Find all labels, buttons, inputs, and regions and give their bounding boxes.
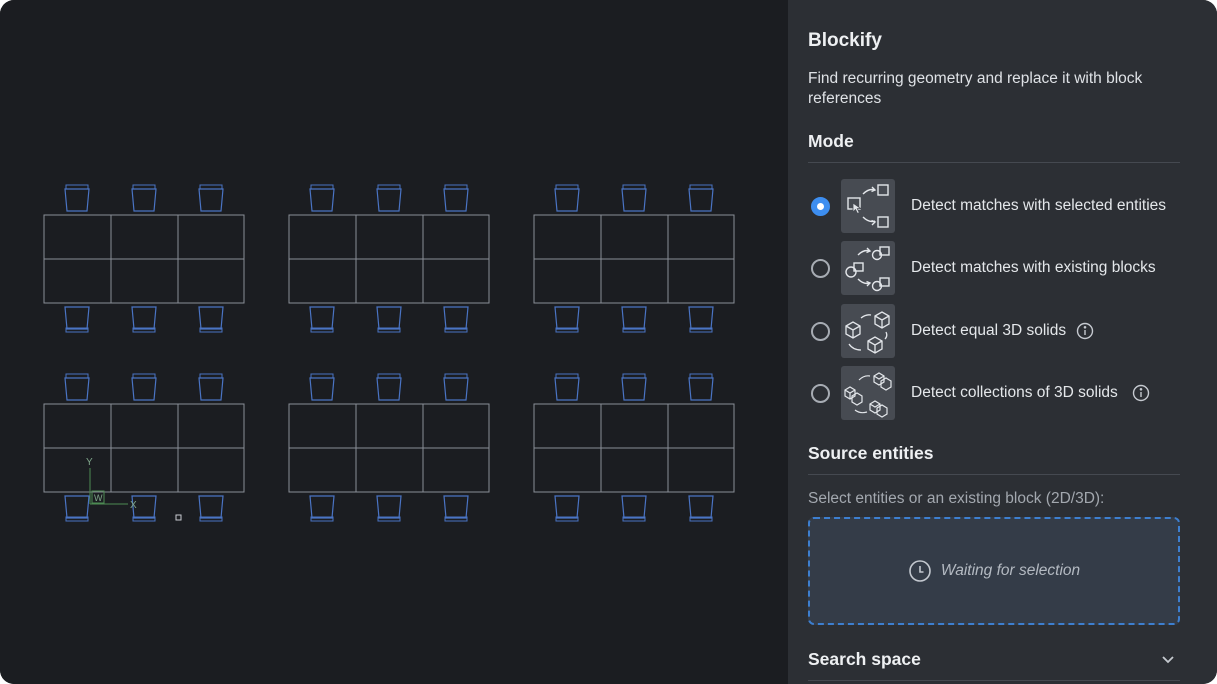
ucs-y-label[interactable]: Y (86, 457, 93, 468)
chevron-down-icon[interactable] (1160, 651, 1176, 667)
waiting-text: Waiting for selection (940, 562, 1081, 579)
solid-collections-icon (841, 366, 895, 420)
equal-solids-icon (841, 304, 895, 358)
ucs-x-label[interactable]: X (130, 500, 137, 511)
chair-block[interactable] (443, 373, 469, 401)
chair-block[interactable] (443, 184, 469, 212)
search-space-heading: Search space (808, 648, 921, 669)
chair-block[interactable] (554, 184, 580, 212)
mode-radio-equal-solids[interactable] (811, 321, 830, 341)
chair-block[interactable] (309, 306, 335, 333)
chair-block[interactable] (621, 184, 647, 212)
clock-icon (909, 560, 931, 582)
chair-block[interactable] (443, 306, 469, 333)
chair-block[interactable] (688, 495, 714, 522)
chair-block[interactable] (376, 306, 402, 333)
chair-block[interactable] (554, 306, 580, 333)
mode-option-solid-collections[interactable]: Detect collections of 3D solids (808, 365, 1188, 421)
chair-block[interactable] (554, 373, 580, 401)
mode-option-equal-solids[interactable]: Detect equal 3D solids (808, 303, 1188, 359)
chair-block[interactable] (198, 495, 224, 522)
chair-block[interactable] (198, 184, 224, 212)
chair-block[interactable] (64, 495, 90, 522)
chair-block[interactable] (64, 373, 90, 401)
blockify-panel: Blockify Find recurring geometry and rep… (788, 0, 1217, 684)
source-entities-heading: Source entities (808, 443, 934, 463)
drawing-canvas[interactable]: Y X W (0, 0, 788, 684)
chair-block[interactable] (131, 306, 157, 333)
source-divider (808, 474, 1180, 475)
mode-radio-existing-blocks[interactable] (811, 258, 830, 278)
panel-description: Find recurring geometry and replace it w… (808, 70, 1143, 107)
chair-block[interactable] (309, 495, 335, 522)
chair-block[interactable] (688, 306, 714, 333)
chair-block[interactable] (621, 495, 647, 522)
chair-block[interactable] (688, 373, 714, 401)
chair-block[interactable] (309, 373, 335, 401)
info-icon[interactable] (1076, 322, 1094, 340)
cursor-pickbox[interactable] (175, 514, 182, 521)
mode-label-equal-solids: Detect equal 3D solids (911, 322, 1067, 339)
chair-block[interactable] (198, 306, 224, 333)
panel-title: Blockify (808, 30, 882, 51)
chair-block[interactable] (131, 373, 157, 401)
mode-label-existing-blocks: Detect matches with existing blocks (911, 259, 1156, 276)
chair-block[interactable] (376, 184, 402, 212)
mode-radio-selected-entities[interactable] (811, 196, 830, 216)
app-window: Y X W Blockify Find recurring geometry and… (0, 0, 1217, 684)
existing-blocks-icon (841, 241, 895, 295)
chair-block[interactable] (443, 495, 469, 522)
mode-radio-solid-collections[interactable] (811, 383, 830, 403)
mode-divider (808, 162, 1180, 163)
mode-option-existing-blocks[interactable]: Detect matches with existing blocks (808, 240, 1188, 296)
mode-heading: Mode (808, 131, 854, 151)
mode-option-selected-entities[interactable]: Detect matches with selected entities (808, 178, 1188, 234)
mode-label-solid-collections: Detect collections of 3D solids (911, 384, 1118, 401)
mode-label-selected-entities: Detect matches with selected entities (911, 197, 1167, 214)
search-space-divider (808, 680, 1180, 681)
selection-drop-zone[interactable]: Waiting for selection (808, 517, 1180, 625)
chair-block[interactable] (621, 306, 647, 333)
drawing-viewport[interactable]: Y X W (0, 0, 788, 684)
ucs-w-label[interactable]: W (94, 493, 103, 503)
selected-entities-icon (841, 179, 895, 233)
chair-block[interactable] (554, 495, 580, 522)
chair-block[interactable] (621, 373, 647, 401)
chair-block[interactable] (198, 373, 224, 401)
chair-block[interactable] (64, 184, 90, 212)
chair-block[interactable] (131, 184, 157, 212)
info-icon[interactable] (1132, 384, 1150, 402)
source-hint: Select entities or an existing block (2D… (808, 490, 1105, 507)
chair-block[interactable] (309, 184, 335, 212)
chair-block[interactable] (376, 373, 402, 401)
chair-block[interactable] (64, 306, 90, 333)
chair-block[interactable] (376, 495, 402, 522)
search-space-toggle[interactable]: Search space (808, 645, 1180, 673)
chair-block[interactable] (688, 184, 714, 212)
